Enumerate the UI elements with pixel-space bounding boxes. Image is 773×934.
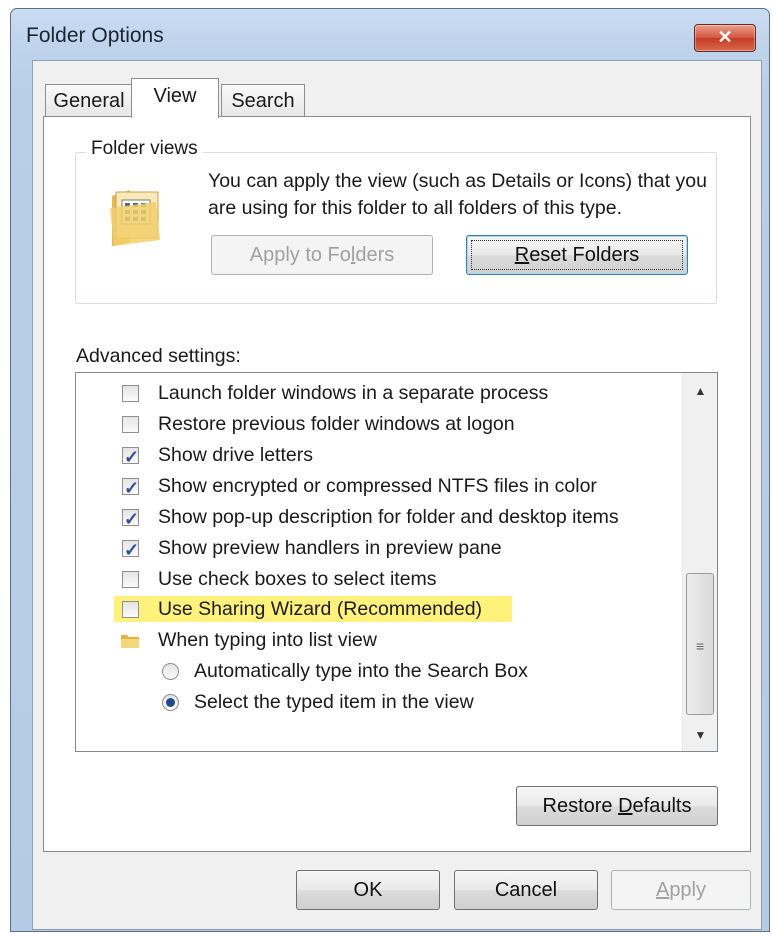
setting-label: Restore previous folder windows at logon xyxy=(158,413,515,435)
setting-label: Use Sharing Wizard (Recommended) xyxy=(158,598,483,620)
scroll-down-arrow-icon[interactable]: ▼ xyxy=(683,723,717,747)
setting-label: Show encrypted or compressed NTFS files … xyxy=(158,475,597,497)
setting-use-sharing-wizard[interactable]: Use Sharing Wizard (Recommended) xyxy=(76,595,512,623)
setting-label: Use check boxes to select items xyxy=(158,568,437,590)
scroll-up-arrow-icon[interactable]: ▲ xyxy=(683,379,717,403)
checkbox[interactable] xyxy=(122,416,139,433)
tab-view[interactable]: View xyxy=(131,78,219,118)
restore-defaults-text-a: Restore xyxy=(542,795,619,817)
checkbox-checked[interactable]: ✓ xyxy=(122,478,139,498)
setting-label: Select the typed item in the view xyxy=(194,691,474,713)
tab-view-label: View xyxy=(153,85,197,107)
folder-view-icon xyxy=(110,190,160,246)
apply-accel: A xyxy=(655,879,670,901)
setting-label: Launch folder windows in a separate proc… xyxy=(158,382,549,404)
restore-defaults-accel: D xyxy=(618,795,633,817)
checkbox[interactable] xyxy=(122,385,139,402)
setting-label: Show preview handlers in preview pane xyxy=(158,537,502,559)
cancel-button[interactable]: Cancel xyxy=(454,870,598,910)
advanced-settings-list[interactable]: Launch folder windows in a separate proc… xyxy=(75,372,718,752)
check-mark-icon: ✓ xyxy=(124,478,140,498)
ok-button[interactable]: OK xyxy=(296,870,440,910)
radio-button-selected[interactable] xyxy=(162,694,179,711)
radio-button[interactable] xyxy=(162,663,179,680)
window-title: Folder Options xyxy=(26,24,164,47)
restore-defaults-text-b: efaults xyxy=(632,795,692,817)
setting-label: Show pop-up description for folder and d… xyxy=(158,506,619,528)
folder-views-description: You can apply the view (such as Details … xyxy=(208,170,707,219)
checkbox[interactable] xyxy=(122,601,139,618)
tab-general-label: General xyxy=(53,90,125,112)
check-mark-icon: ✓ xyxy=(124,540,140,560)
close-button[interactable]: ✕ xyxy=(694,24,756,52)
apply-to-folders-text-b: ders xyxy=(355,244,395,266)
tab-general[interactable]: General xyxy=(45,84,133,117)
apply-label: pply xyxy=(669,879,707,901)
scrollbar-thumb[interactable]: ≡ xyxy=(686,573,714,715)
tab-search-label: Search xyxy=(231,90,295,112)
apply-to-folders-button[interactable]: Apply to Folders xyxy=(211,235,433,275)
apply-to-folders-text-a: Apply to Fo xyxy=(249,244,351,266)
ok-label: OK xyxy=(353,879,383,901)
check-mark-icon: ✓ xyxy=(124,447,140,467)
tab-search[interactable]: Search xyxy=(221,84,305,117)
reset-folders-button[interactable]: Reset Folders xyxy=(466,235,688,275)
setting-label: Automatically type into the Search Box xyxy=(194,660,528,682)
folder-views-label: Folder views xyxy=(86,138,203,160)
setting-label: When typing into list view xyxy=(158,629,377,651)
checkbox-checked[interactable]: ✓ xyxy=(122,509,139,529)
vertical-scrollbar[interactable]: ▲ ≡ ▼ xyxy=(682,373,717,751)
setting-label: Show drive letters xyxy=(158,444,313,466)
grip-icon: ≡ xyxy=(696,638,704,654)
checkbox-checked[interactable]: ✓ xyxy=(122,540,139,560)
cancel-label: Cancel xyxy=(494,879,558,901)
check-mark-icon: ✓ xyxy=(124,509,140,529)
checkbox-checked[interactable]: ✓ xyxy=(122,447,139,467)
checkbox[interactable] xyxy=(122,571,139,588)
focus-ring xyxy=(471,240,683,270)
folder-icon xyxy=(121,635,139,648)
radio-dot xyxy=(166,698,175,707)
restore-defaults-button[interactable]: Restore Defaults xyxy=(516,786,718,826)
apply-button[interactable]: Apply xyxy=(611,870,751,910)
advanced-settings-label: Advanced settings: xyxy=(76,345,241,367)
